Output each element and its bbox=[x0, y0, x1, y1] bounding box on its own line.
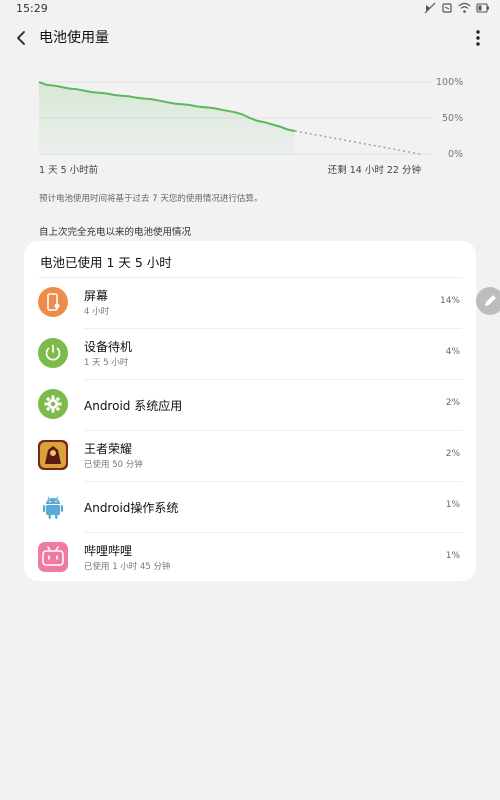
screen-icon bbox=[38, 287, 68, 317]
divider bbox=[84, 532, 462, 533]
divider bbox=[84, 430, 462, 431]
item-percent: 14% bbox=[439, 296, 460, 306]
status-time: 15:29 bbox=[16, 2, 48, 15]
usage-item-honor-of-kings[interactable]: 王者荣耀 已使用 50 分钟 2% bbox=[24, 432, 476, 482]
section-heading: 自上次完全充电以来的电池使用情况 bbox=[39, 227, 192, 238]
more-options-icon[interactable] bbox=[470, 28, 486, 48]
item-sub: 1 天 5 小时 bbox=[84, 358, 129, 368]
y-tick-50: 50% bbox=[442, 113, 464, 124]
y-tick-0: 0% bbox=[448, 149, 464, 160]
item-name: Android操作系统 bbox=[84, 501, 179, 515]
wifi-icon bbox=[458, 2, 471, 13]
power-icon bbox=[38, 338, 68, 368]
item-percent: 1% bbox=[445, 551, 460, 561]
app-bar: 电池使用量 bbox=[0, 24, 500, 52]
page-title: 电池使用量 bbox=[39, 30, 109, 46]
chart-start-label: 1 天 5 小时前 bbox=[39, 165, 99, 176]
status-bar: 15:29 bbox=[0, 0, 500, 18]
item-sub: 4 小时 bbox=[84, 307, 110, 317]
divider bbox=[38, 277, 462, 278]
usage-card: 电池已使用 1 天 5 小时 屏幕 4 小时 14% 设备待机 1 天 5 小时… bbox=[24, 241, 476, 581]
item-sub: 已使用 50 分钟 bbox=[84, 460, 143, 470]
item-name: Android 系统应用 bbox=[84, 399, 183, 413]
item-name: 哔哩哔哩 bbox=[84, 544, 133, 558]
edit-button[interactable] bbox=[476, 287, 500, 315]
back-arrow-icon[interactable] bbox=[12, 28, 32, 48]
item-name: 王者荣耀 bbox=[84, 442, 133, 456]
estimate-note: 预计电池使用时间将基于过去 7 天您的使用情况进行估算。 bbox=[39, 194, 263, 204]
item-name: 设备待机 bbox=[84, 340, 133, 354]
card-title: 电池已使用 1 天 5 小时 bbox=[40, 255, 172, 270]
item-percent: 2% bbox=[445, 398, 460, 408]
mute-icon bbox=[424, 2, 436, 14]
item-percent: 2% bbox=[445, 449, 460, 459]
settings-gear-icon bbox=[38, 389, 68, 419]
pencil-icon bbox=[485, 295, 496, 306]
item-percent: 4% bbox=[445, 347, 460, 357]
bilibili-app-icon bbox=[38, 542, 68, 572]
item-sub: 已使用 1 小时 45 分钟 bbox=[84, 562, 171, 572]
honor-of-kings-app-icon bbox=[38, 440, 68, 470]
nfc-icon bbox=[442, 3, 452, 13]
projection-line bbox=[294, 130, 421, 155]
usage-item-bilibili[interactable]: 哔哩哔哩 已使用 1 小时 45 分钟 1% bbox=[24, 534, 476, 584]
divider bbox=[84, 481, 462, 482]
usage-item-android-os[interactable]: Android操作系统 1% bbox=[24, 483, 476, 533]
divider bbox=[84, 379, 462, 380]
android-icon bbox=[43, 496, 63, 519]
item-percent: 1% bbox=[445, 500, 460, 510]
usage-item-standby[interactable]: 设备待机 1 天 5 小时 4% bbox=[24, 330, 476, 380]
usage-item-screen[interactable]: 屏幕 4 小时 14% bbox=[24, 279, 476, 329]
chart-remaining-label: 还剩 14 小时 22 分钟 bbox=[327, 165, 421, 176]
status-icons bbox=[424, 2, 490, 14]
battery-icon bbox=[476, 3, 489, 13]
item-name: 屏幕 bbox=[84, 289, 109, 303]
divider bbox=[84, 328, 462, 329]
usage-item-android-system-apps[interactable]: Android 系统应用 2% bbox=[24, 381, 476, 431]
y-tick-100: 100% bbox=[436, 77, 464, 88]
